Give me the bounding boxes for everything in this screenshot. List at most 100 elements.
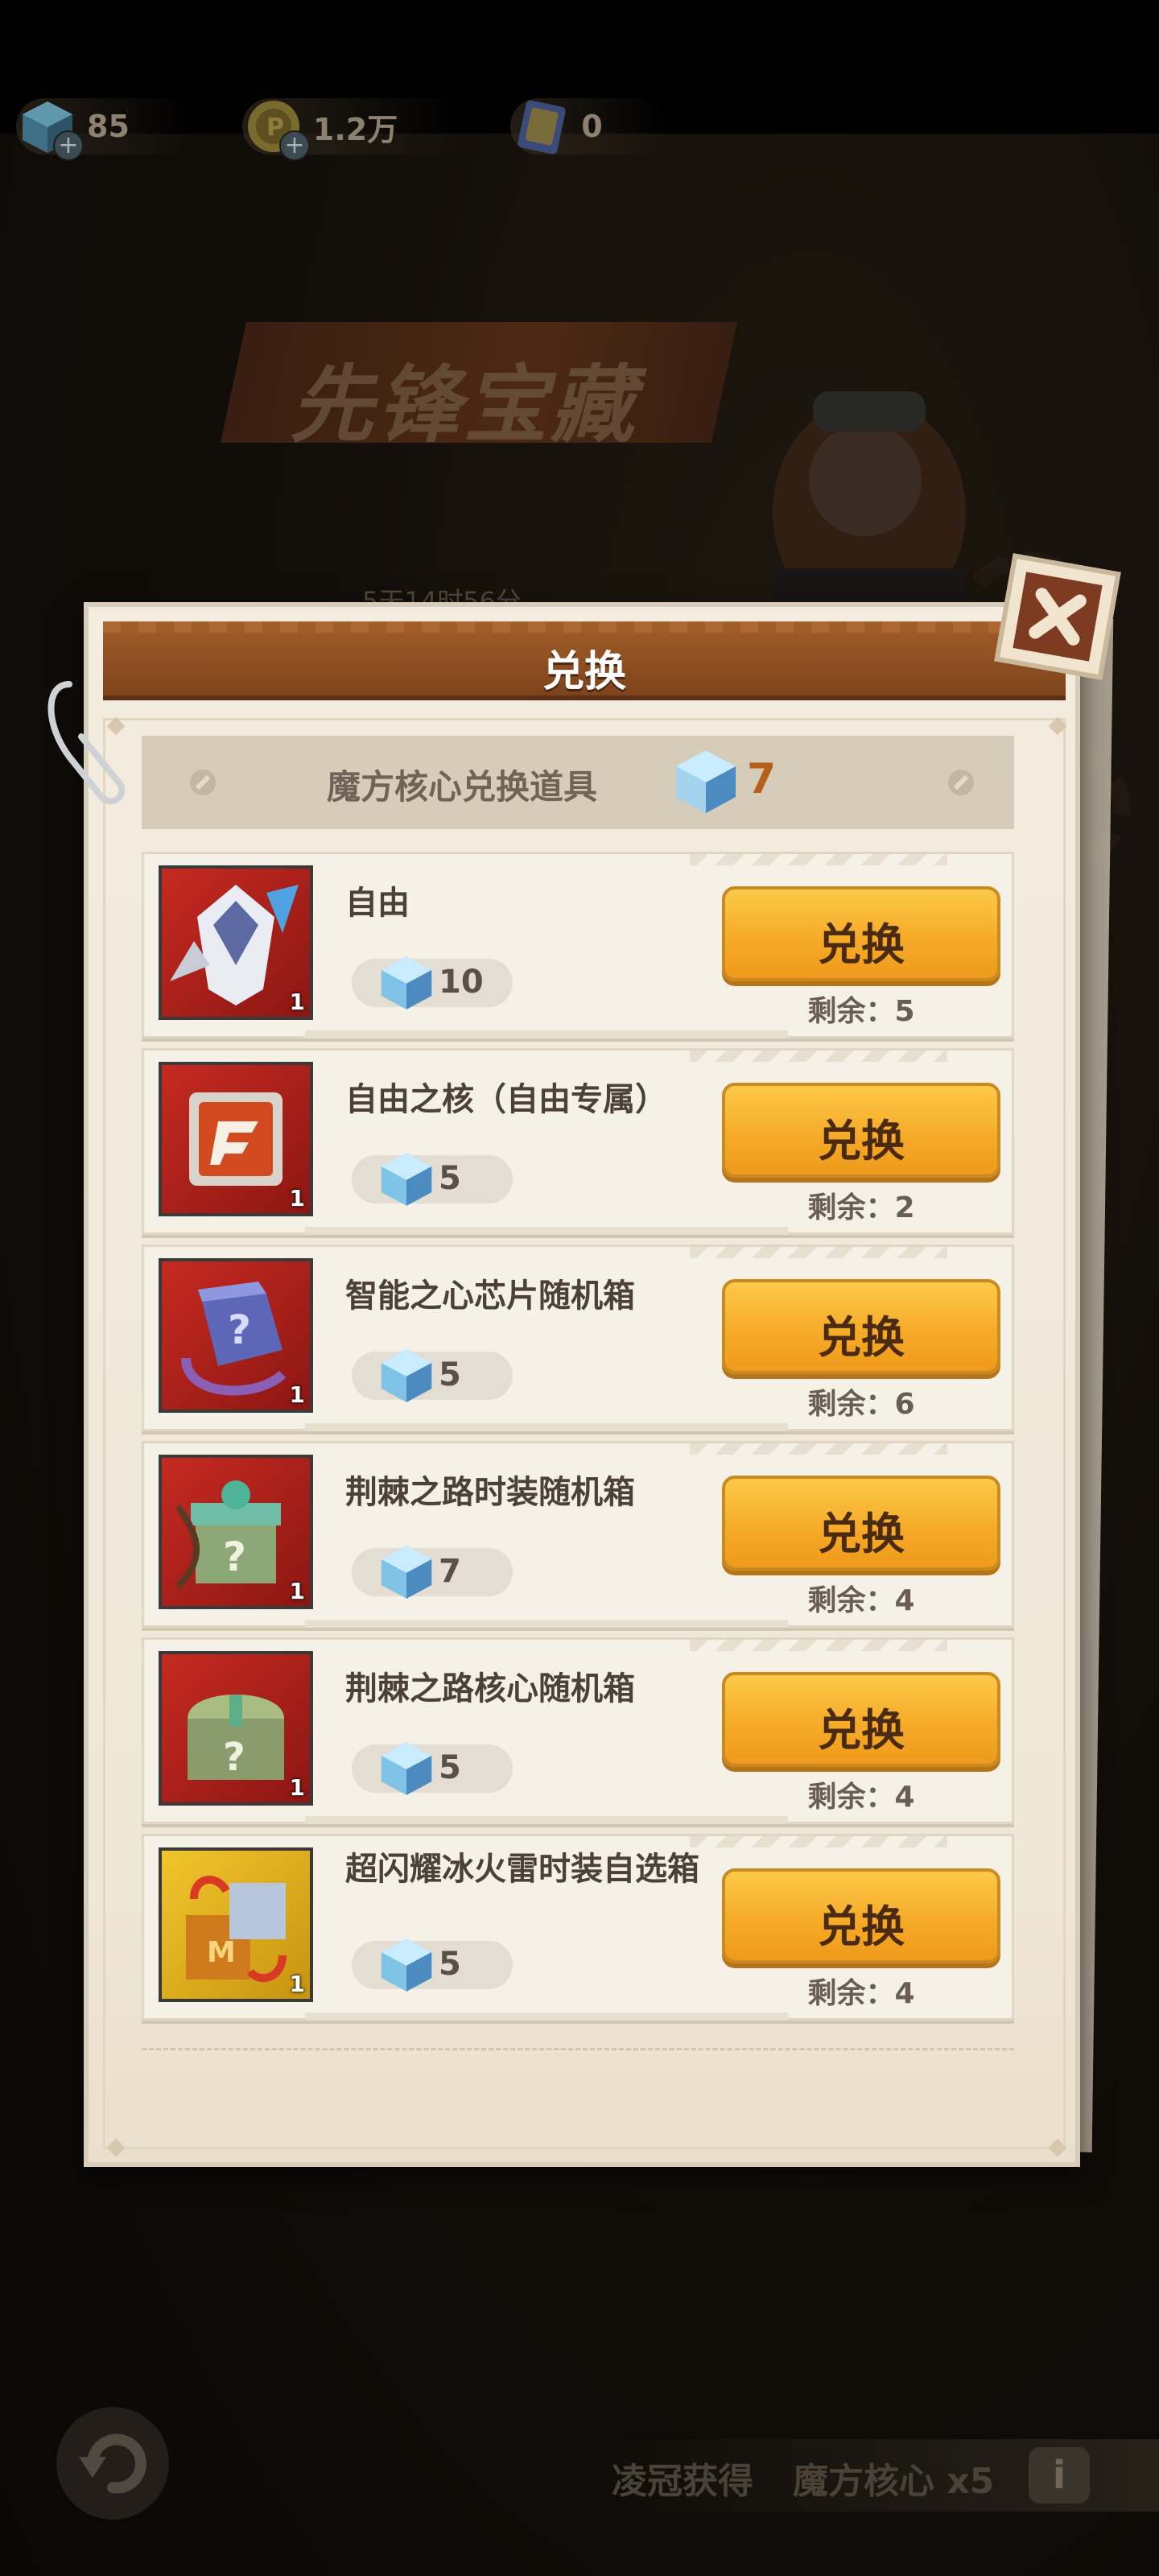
decor-dot xyxy=(190,770,216,795)
cost-value: 7 xyxy=(439,1553,461,1590)
cost-value: 5 xyxy=(439,1356,461,1393)
cost-value: 5 xyxy=(439,1946,461,1983)
add-icon[interactable]: + xyxy=(53,130,84,161)
exchange-button-label: 兑换 xyxy=(818,1901,905,1952)
coin-icon: P + xyxy=(242,95,310,161)
remaining-value: 5 xyxy=(894,995,915,1028)
item-cost: 5 xyxy=(352,1153,513,1206)
banner-title: 先锋宝藏 xyxy=(290,356,638,454)
cube-core-icon xyxy=(381,956,432,1009)
list-item: 1 自由之核（自由专属） 5 兑换 剩余：2 xyxy=(142,1048,1014,1235)
remaining-label: 剩余： xyxy=(807,1781,895,1814)
item-quantity: 1 xyxy=(289,1578,305,1604)
dialog-header: 兑换 xyxy=(103,621,1066,700)
exchange-button-label: 兑换 xyxy=(818,1705,905,1756)
remaining-label: 剩余： xyxy=(807,995,895,1028)
bottom-label: 凌冠获得 xyxy=(612,2461,753,2502)
exchange-button-label: 兑换 xyxy=(818,1116,905,1166)
dialog-title: 兑换 xyxy=(542,648,626,696)
list-item: ? 1 荆棘之路时装随机箱 7 兑换 剩余：4 xyxy=(142,1441,1014,1628)
bottom-reward: 魔方核心 x5 xyxy=(793,2461,995,2502)
item-cost: 10 xyxy=(352,956,513,1009)
remaining-label: 剩余： xyxy=(807,1584,895,1617)
exchange-subheader: 魔方核心兑换道具 7 xyxy=(142,736,1014,829)
remaining-value: 4 xyxy=(894,1781,915,1814)
list-item: ? 1 荆棘之路核心随机箱 5 兑换 剩余：4 xyxy=(142,1637,1014,1824)
item-name: 荆棘之路核心随机箱 xyxy=(345,1670,635,1707)
cost-value: 10 xyxy=(439,964,484,1001)
cube-core-icon xyxy=(381,1349,432,1402)
remaining-count: 剩余：2 xyxy=(722,1184,1000,1226)
back-arrow-icon xyxy=(79,2434,146,2494)
info-button[interactable]: i xyxy=(1029,2447,1090,2504)
currency-card: 0 xyxy=(510,95,667,158)
cube-core-icon xyxy=(381,1938,432,1992)
exchange-button[interactable]: 兑换 xyxy=(722,886,1000,981)
remaining-label: 剩余： xyxy=(807,1388,895,1421)
close-icon xyxy=(1029,588,1087,646)
item-name: 荆棘之路时装随机箱 xyxy=(345,1474,635,1511)
cube-core-icon xyxy=(381,1742,432,1795)
remaining-count: 剩余：4 xyxy=(722,1970,1000,2012)
svg-text:?: ? xyxy=(223,1735,245,1780)
item-name: 超闪耀冰火雷时装自选箱 xyxy=(345,1851,699,1888)
remaining-label: 剩余： xyxy=(807,1191,895,1224)
exchange-button-label: 兑换 xyxy=(818,919,905,970)
svg-text:?: ? xyxy=(228,1307,251,1353)
selection-box-icon: M 1 xyxy=(159,1847,313,2002)
currency-value: 85 xyxy=(87,109,130,144)
card-icon xyxy=(510,95,573,158)
subheader-count: 7 xyxy=(747,755,777,803)
exchange-button[interactable]: 兑换 xyxy=(722,1476,1000,1571)
list-item: M 1 超闪耀冰火雷时装自选箱 5 兑换 剩余：4 xyxy=(142,1834,1014,2021)
cube-core-icon xyxy=(381,1153,432,1206)
remaining-count: 剩余：4 xyxy=(722,1773,1000,1815)
close-button[interactable] xyxy=(994,553,1121,680)
mecha-icon: 1 xyxy=(159,865,313,1020)
item-cost: 5 xyxy=(352,1742,513,1795)
exchange-button-label: 兑换 xyxy=(818,1312,905,1363)
paperclip-icon xyxy=(47,681,126,805)
add-icon[interactable]: + xyxy=(278,130,310,161)
treasure-chest-icon: ? 1 xyxy=(159,1651,313,1806)
core-icon: 1 xyxy=(159,1062,313,1216)
currency-bar: + 85 P + 1.2万 0 xyxy=(16,90,667,163)
currency-value: 1.2万 xyxy=(312,111,398,147)
exchange-button[interactable]: 兑换 xyxy=(722,1279,1000,1374)
remaining-count: 剩余：4 xyxy=(722,1577,1000,1619)
exchange-button[interactable]: 兑换 xyxy=(722,1083,1000,1178)
list-divider xyxy=(142,2048,1014,2050)
remaining-value: 4 xyxy=(894,1977,915,2010)
subheader-label: 魔方核心兑换道具 xyxy=(327,767,598,807)
exchange-button-label: 兑换 xyxy=(818,1509,905,1559)
item-quantity: 1 xyxy=(289,1185,305,1212)
cost-value: 5 xyxy=(439,1749,461,1786)
remaining-value: 4 xyxy=(894,1584,915,1617)
item-name: 自由 xyxy=(345,885,410,922)
chip-box-icon: ? 1 xyxy=(159,1258,313,1413)
remaining-label: 剩余： xyxy=(807,1977,895,2010)
remaining-count: 剩余：6 xyxy=(722,1381,1000,1422)
list-item: 1 自由 10 兑换 剩余：5 xyxy=(142,852,1014,1038)
back-button[interactable] xyxy=(56,2407,169,2520)
remaining-value: 6 xyxy=(894,1388,915,1421)
item-name: 自由之核（自由专属） xyxy=(345,1081,667,1118)
remaining-value: 2 xyxy=(894,1191,915,1224)
gift-box-icon: ? 1 xyxy=(159,1455,313,1609)
item-cost: 5 xyxy=(352,1349,513,1402)
remaining-count: 剩余：5 xyxy=(722,988,1000,1030)
decor-dot xyxy=(948,770,974,795)
item-quantity: 1 xyxy=(289,1971,305,1997)
list-item: ? 1 智能之心芯片随机箱 5 兑换 剩余：6 xyxy=(142,1245,1014,1431)
exchange-button[interactable]: 兑换 xyxy=(722,1672,1000,1767)
currency-cube[interactable]: + 85 xyxy=(16,95,194,161)
item-quantity: 1 xyxy=(289,989,305,1015)
item-cost: 5 xyxy=(352,1938,513,1992)
svg-text:M: M xyxy=(207,1936,236,1969)
item-cost: 7 xyxy=(352,1546,513,1599)
cube-gem-icon: + xyxy=(16,95,84,161)
currency-coin[interactable]: P + 1.2万 xyxy=(241,95,463,161)
item-quantity: 1 xyxy=(289,1381,305,1408)
cube-core-icon xyxy=(676,750,736,813)
exchange-button[interactable]: 兑换 xyxy=(722,1868,1000,1963)
